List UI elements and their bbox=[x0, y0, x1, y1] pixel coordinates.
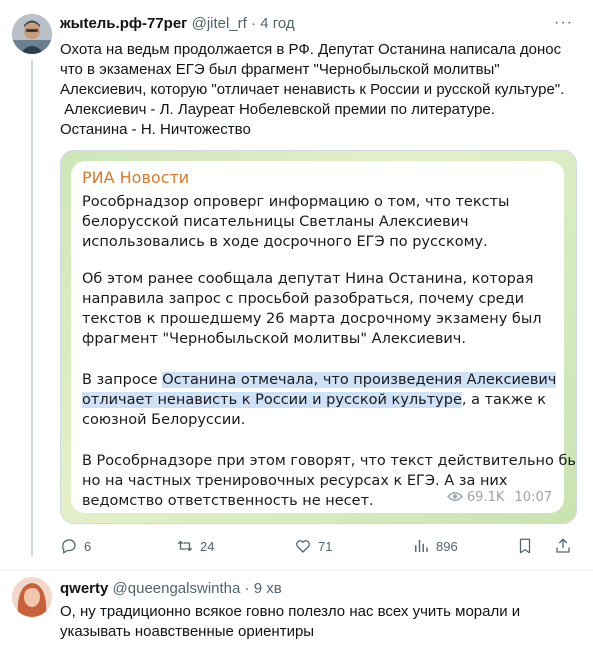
retweet-button[interactable]: 24 bbox=[176, 536, 214, 556]
more-options-icon[interactable]: ··· bbox=[554, 13, 573, 33]
message-time: 10:07 bbox=[514, 490, 552, 505]
message-line: В Рособрнадзоре при этом говорят, что те… bbox=[82, 453, 577, 469]
message-line: но на частных тренировочных ресурсах к Е… bbox=[82, 473, 508, 489]
author-name[interactable]: жыtель.рф-77рег bbox=[60, 15, 187, 32]
avatar-jitel[interactable] bbox=[12, 14, 52, 54]
telegram-message: РИА Новости Рособрнадзор опроверг информ… bbox=[71, 161, 576, 513]
separator: · bbox=[244, 580, 250, 597]
channel-name: РИА Новости bbox=[82, 168, 190, 187]
tweet-1[interactable]: жыtель.рф-77рег @jitel_rf · 4 год ··· Ох… bbox=[0, 0, 593, 570]
heart-icon bbox=[296, 540, 310, 553]
views-button[interactable]: 896 bbox=[412, 536, 458, 556]
timestamp[interactable]: 9 хв bbox=[254, 580, 282, 597]
text-line: Охота на ведьм продолжается в РФ. Депута… bbox=[60, 41, 562, 58]
message-line: белорусской писательницы Светланы Алекси… bbox=[82, 214, 469, 230]
retweet-icon bbox=[177, 540, 193, 552]
text-line: Останина - Н. Ничтожество bbox=[60, 121, 251, 138]
message-text: , а также к bbox=[461, 392, 547, 408]
like-count: 71 bbox=[318, 538, 333, 554]
reply-icon bbox=[62, 539, 76, 554]
avatar-photo-icon bbox=[12, 577, 52, 617]
bookmark-button[interactable] bbox=[516, 536, 534, 556]
text-line: указывать ноавственные ориентиры bbox=[60, 623, 315, 640]
share-icon bbox=[556, 538, 570, 553]
attached-image[interactable]: РИА Новости Рособрнадзор опроверг информ… bbox=[60, 150, 577, 524]
message-line: текстов к прошедшему 26 марта досрочному… bbox=[82, 311, 542, 327]
message-text: В запросе bbox=[82, 372, 163, 388]
tweet-2-header: qwerty @queengalswintha · 9 хв bbox=[60, 579, 282, 599]
retweet-count: 24 bbox=[200, 538, 215, 554]
highlighted-text: отличает ненависть к России и русской ку… bbox=[82, 392, 462, 408]
bookmark-icon bbox=[519, 538, 531, 554]
message-paragraph: Об этом ранее сообщала депутат Нина Оста… bbox=[82, 269, 542, 349]
text-line: Алексиевич, которую "отличает ненависть … bbox=[60, 81, 565, 98]
message-line: фрагмент "Чернобыльской молитвы" Алексие… bbox=[82, 331, 466, 347]
separator: · bbox=[251, 15, 257, 32]
tweet-2[interactable]: qwerty @queengalswintha · 9 хв О, ну тра… bbox=[0, 571, 593, 649]
message-line: В запросе Останина отмечала, что произве… bbox=[82, 370, 557, 390]
share-button[interactable] bbox=[554, 536, 572, 556]
text-line: что в экзаменах ЕГЭ был фрагмент "Черноб… bbox=[60, 61, 500, 78]
message-line: Рособрнадзор опроверг информацию о том, … bbox=[82, 194, 510, 210]
like-button[interactable]: 71 bbox=[294, 536, 332, 556]
tweet-2-text: О, ну традиционно всякое говно полезло н… bbox=[60, 602, 520, 642]
message-line: отличает ненависть к России и русской ку… bbox=[82, 390, 556, 410]
message-paragraph: Рособрнадзор опроверг информацию о том, … bbox=[82, 192, 509, 252]
text-line: Алексиевич - Л. Лауреат Нобелевской прем… bbox=[60, 101, 495, 118]
avatar-photo-icon bbox=[12, 14, 52, 54]
tweet-1-text: Охота на ведьм продолжается в РФ. Депута… bbox=[60, 40, 564, 140]
timestamp[interactable]: 4 год bbox=[260, 15, 294, 32]
author-handle[interactable]: @jitel_rf bbox=[192, 15, 247, 32]
tweet-1-header: жыtель.рф-77рег @jitel_rf · 4 год bbox=[60, 14, 295, 34]
author-name[interactable]: qwerty bbox=[60, 580, 108, 597]
avatar-qwerty[interactable] bbox=[12, 577, 52, 617]
views-icon bbox=[415, 540, 428, 552]
text-line: О, ну традиционно всякое говно полезло н… bbox=[60, 603, 521, 620]
author-handle[interactable]: @queengalswintha bbox=[113, 580, 241, 597]
reply-button[interactable]: 6 bbox=[60, 536, 91, 556]
tweet-actions: 6 24 71 896 bbox=[60, 536, 577, 556]
message-paragraph-highlighted: В запросе Останина отмечала, что произве… bbox=[82, 370, 557, 430]
message-line: союзной Белоруссии. bbox=[82, 412, 246, 428]
message-views: 69.1K bbox=[466, 490, 505, 505]
reply-count: 6 bbox=[84, 538, 92, 554]
message-line: направила запрос с просьбой разобраться,… bbox=[82, 291, 525, 307]
message-line: использовались в ходе досрочного ЕГЭ по … bbox=[82, 234, 488, 250]
message-meta: 69.1K 10:07 bbox=[446, 490, 552, 505]
eye-icon bbox=[446, 492, 463, 501]
highlighted-text: Останина отмечала, что произведения Алек… bbox=[162, 372, 557, 388]
message-line: Об этом ранее сообщала депутат Нина Оста… bbox=[82, 271, 534, 287]
thread-line bbox=[31, 60, 33, 556]
views-count: 896 bbox=[436, 538, 458, 554]
